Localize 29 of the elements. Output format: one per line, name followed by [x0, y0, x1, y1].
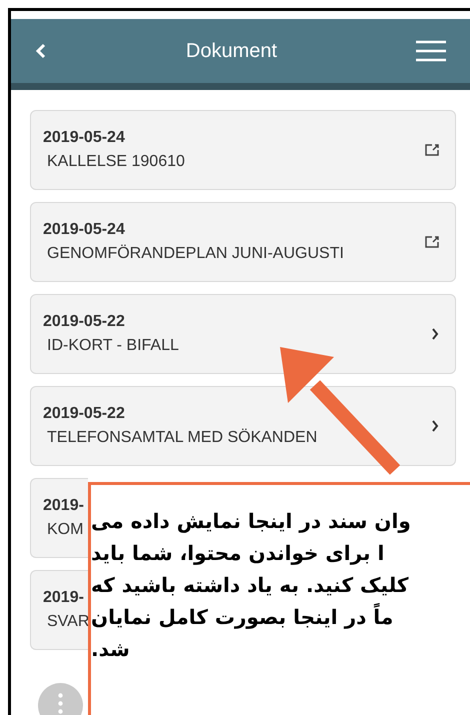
callout-text-line: ا برای خواندن محتوا، شما باید — [91, 540, 384, 567]
document-date: 2019-05-22 — [43, 314, 126, 330]
callout-text-line: وان سند در اینجا نمایش داده می — [91, 508, 411, 535]
page-title: Dokument — [186, 39, 278, 64]
document-title: GENOMFÖRANDEPLAN JUNI-AUGUSTI — [46, 246, 344, 262]
menu-icon[interactable] — [416, 40, 446, 62]
chevron-right-icon — [431, 328, 439, 340]
external-link-icon — [425, 144, 439, 156]
back-icon[interactable] — [35, 43, 47, 59]
document-title: KOM — [46, 522, 84, 538]
document-date: 2019-05-24 — [43, 222, 126, 238]
document-date: 2019-05-22 — [43, 406, 126, 422]
callout-text-line: کلیک کنید. به یاد داشته باشید که — [91, 572, 408, 599]
more-vertical-icon — [58, 693, 63, 715]
document-card[interactable]: 2019-05-24 GENOMFÖRANDEPLAN JUNI-AUGUSTI — [30, 202, 456, 282]
document-date: 2019-05-24 — [43, 130, 126, 146]
document-card[interactable]: 2019-05-24 KALLELSE 190610 — [30, 110, 456, 190]
callout-text-line: شد. — [91, 636, 130, 663]
document-card[interactable]: 2019-05-22 ID-KORT - BIFALL — [30, 294, 456, 374]
document-title: KALLELSE 190610 — [46, 154, 185, 170]
document-date: 2019- — [43, 590, 85, 606]
callout-text-line: ماً در اینجا بصورت کامل نمایان — [91, 602, 394, 631]
document-title: TELEFONSAMTAL MED SÖKANDEN — [46, 430, 318, 446]
chevron-right-icon — [431, 420, 439, 432]
document-date: 2019- — [43, 498, 84, 514]
external-link-icon — [425, 236, 439, 248]
document-card[interactable]: 2019-05-22 TELEFONSAMTAL MED SÖKANDEN — [30, 386, 456, 466]
document-card[interactable]: 2019- KOM — [30, 478, 88, 558]
document-title: ID-KORT - BIFALL — [46, 338, 179, 354]
